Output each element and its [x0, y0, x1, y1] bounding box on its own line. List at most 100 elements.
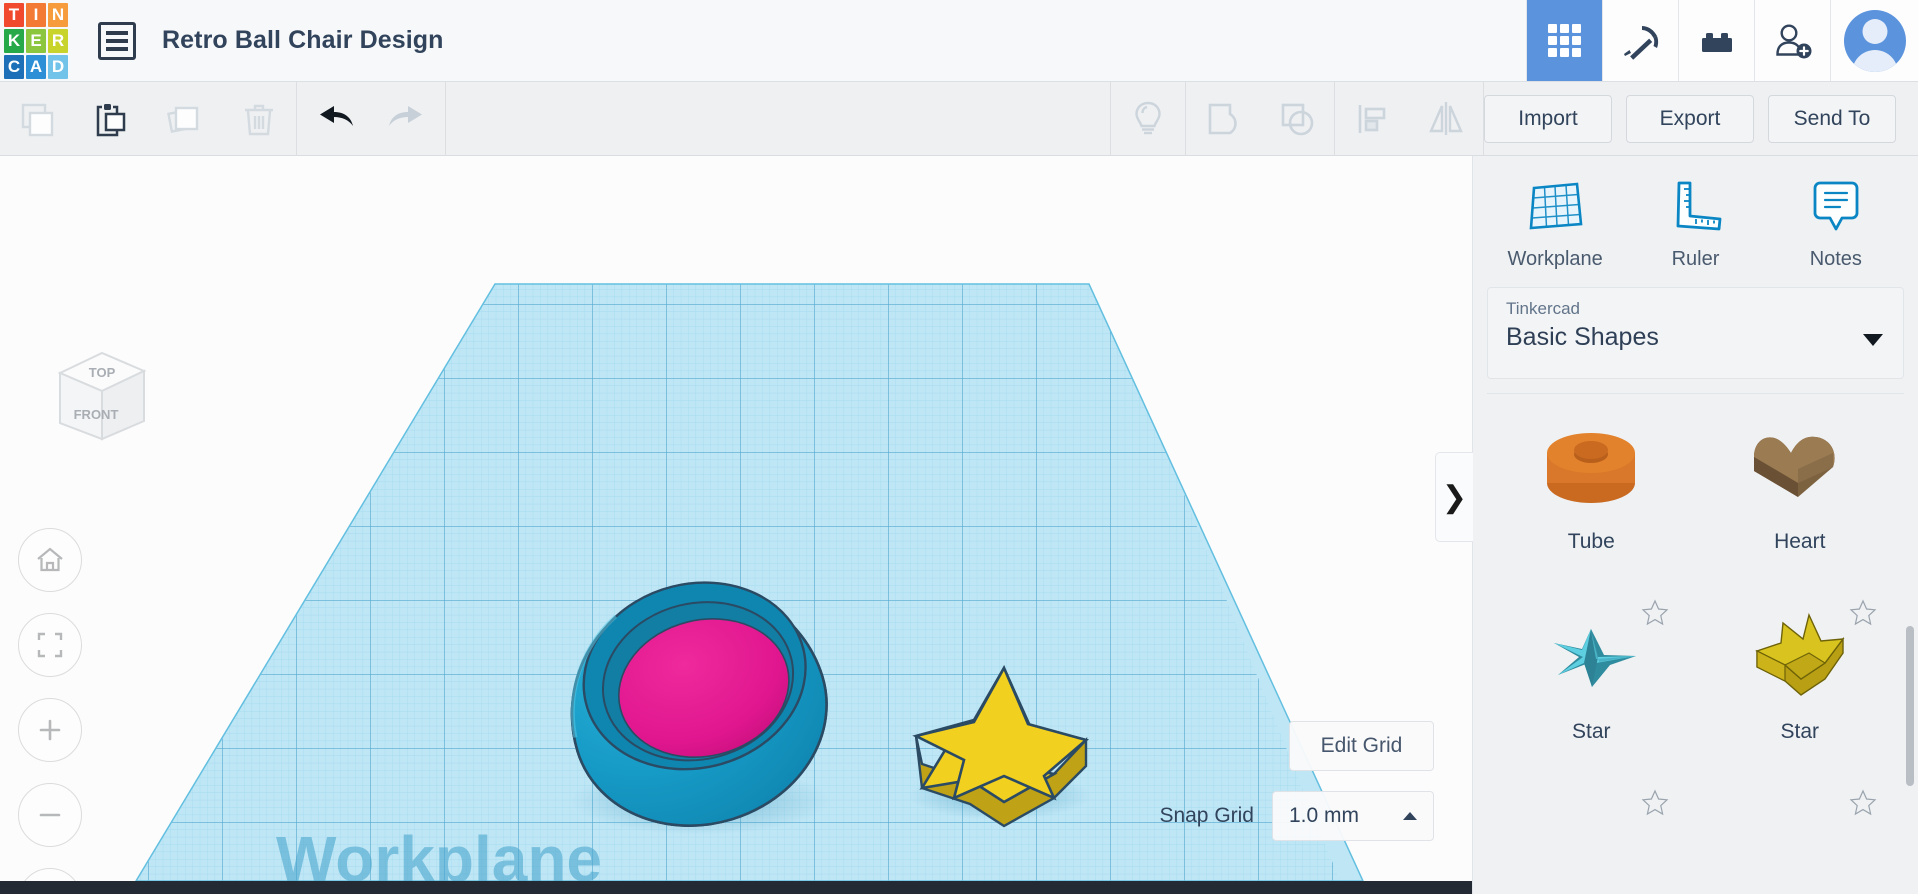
- logo-tile-k: K: [4, 29, 24, 53]
- notes-tool[interactable]: Notes: [1776, 174, 1896, 271]
- favorite-star-icon-2[interactable]: [1848, 598, 1878, 633]
- workplane-icon: [1529, 182, 1583, 230]
- zoom-out-button[interactable]: [18, 783, 82, 847]
- top-bar-spacer: [444, 0, 1526, 81]
- history-tool-group: [297, 82, 445, 156]
- delete-icon[interactable]: [222, 82, 296, 156]
- panel-tool-row: Workplane Ruler Notes: [1473, 156, 1918, 281]
- star-flat-thumbnail: [1754, 612, 1845, 696]
- notes-tool-label: Notes: [1809, 248, 1862, 270]
- toolbar-divider-2: [445, 81, 446, 156]
- shape-tube-label: Tube: [1567, 530, 1615, 553]
- lego-brick-icon[interactable]: [1678, 0, 1754, 81]
- favorite-star-icon[interactable]: [1640, 598, 1670, 633]
- fit-to-view-button[interactable]: [18, 613, 82, 677]
- ruler-icon: [1677, 181, 1722, 231]
- top-bar-icon-group: [1526, 0, 1918, 81]
- page-title: Retro Ball Chair Design: [162, 26, 444, 54]
- logo-tile-r: R: [48, 29, 68, 53]
- grid-apps-icon[interactable]: [1526, 0, 1602, 81]
- shape-heart[interactable]: Heart: [1696, 394, 1905, 584]
- panel-collapse-button[interactable]: ❯: [1435, 452, 1473, 542]
- workplane-watermark: Workplane: [276, 823, 602, 881]
- panel-scrollbar-thumb[interactable]: [1906, 626, 1914, 786]
- user-avatar-image: [1843, 9, 1906, 72]
- library-collection: Basic Shapes: [1506, 323, 1659, 351]
- shape-grid: Tube Heart Star Star: [1473, 394, 1918, 894]
- shape-star-a-label: Star: [1571, 720, 1611, 743]
- snap-grid-control: Snap Grid 1.0 mm: [1159, 791, 1434, 841]
- ungroup-icon[interactable]: [1260, 82, 1334, 156]
- ruler-tool[interactable]: Ruler: [1635, 174, 1755, 271]
- pickaxe-icon[interactable]: [1602, 0, 1678, 81]
- design-canvas[interactable]: Workplane TOP FRONT Edit Grid Snap Grid …: [0, 156, 1472, 881]
- chevron-down-icon: [1863, 334, 1883, 346]
- favorite-star-icon-3[interactable]: [1640, 788, 1670, 823]
- bottom-status-bar: [0, 881, 1472, 894]
- snap-grid-select[interactable]: 1.0 mm: [1272, 791, 1434, 841]
- snap-grid-label: Snap Grid: [1159, 804, 1254, 827]
- list-icon: [98, 21, 136, 60]
- view-cube-front-label: FRONT: [74, 407, 119, 422]
- logo-tile-n: N: [48, 3, 68, 27]
- workplane-tool-label: Workplane: [1507, 248, 1603, 270]
- ortho-toggle-button[interactable]: [18, 868, 82, 881]
- clipboard-tool-group: [0, 82, 296, 156]
- ruler-tool-label: Ruler: [1671, 248, 1720, 270]
- redo-icon[interactable]: [371, 82, 445, 156]
- logo-tile-a: A: [26, 55, 46, 79]
- shape-row-partial-right[interactable]: [1696, 774, 1905, 894]
- minus-icon: [39, 813, 61, 817]
- shape-row-partial-left[interactable]: [1487, 774, 1696, 894]
- top-bar: TINKERCAD Retro Ball Chair Design: [0, 0, 1918, 82]
- view-cube[interactable]: TOP FRONT: [44, 341, 158, 451]
- home-view-button[interactable]: [18, 528, 82, 592]
- shapes-panel: ❯ Workplane Ruler Notes Tinkercad Basic …: [1435, 156, 1918, 894]
- notes-icon: [1813, 181, 1859, 231]
- undo-icon[interactable]: [297, 82, 371, 156]
- add-person-icon[interactable]: [1754, 0, 1830, 81]
- fit-view-icon: [37, 632, 63, 658]
- logo-tile-i: I: [26, 3, 46, 27]
- workplane-scene: Workplane: [135, 283, 1364, 881]
- shape-tube[interactable]: Tube: [1487, 394, 1696, 584]
- logo-tile-d: D: [48, 55, 68, 79]
- tinkercad-app: TINKERCAD Retro Ball Chair Design Import…: [0, 0, 1918, 894]
- object-tool-group: [1111, 81, 1483, 156]
- import-button[interactable]: Import: [1484, 94, 1612, 143]
- shape-heart-label: Heart: [1774, 530, 1826, 553]
- heart-thumbnail: [1753, 436, 1835, 497]
- library-owner: Tinkercad: [1506, 299, 1581, 318]
- zoom-in-button[interactable]: [18, 698, 82, 762]
- align-icon[interactable]: [1335, 82, 1409, 156]
- tinkercad-logo[interactable]: TINKERCAD: [0, 0, 72, 82]
- lightbulb-icon[interactable]: [1111, 82, 1185, 156]
- star-spiky-thumbnail: [1554, 629, 1637, 687]
- avatar[interactable]: [1830, 0, 1918, 81]
- edit-grid-button[interactable]: Edit Grid: [1289, 721, 1434, 771]
- send-to-button[interactable]: Send To: [1768, 94, 1896, 143]
- view-cube-top-label: TOP: [89, 365, 116, 380]
- copy-icon[interactable]: [0, 82, 74, 156]
- shape-library-select[interactable]: Tinkercad Basic Shapes: [1487, 287, 1904, 379]
- shape-star-b-label: Star: [1780, 720, 1819, 743]
- shape-star-b[interactable]: Star: [1696, 584, 1905, 774]
- document-menu-button[interactable]: [72, 0, 136, 81]
- tube-thumbnail: [1547, 433, 1636, 503]
- duplicate-icon[interactable]: [148, 82, 222, 156]
- file-action-group: Import Export Send To: [1484, 94, 1918, 143]
- home-icon: [37, 547, 63, 572]
- group-icon[interactable]: [1186, 82, 1260, 156]
- edit-toolbar: Import Export Send To: [0, 81, 1918, 156]
- favorite-star-icon-4[interactable]: [1848, 788, 1878, 823]
- shape-star-a[interactable]: Star: [1487, 584, 1696, 774]
- plus-icon: [39, 719, 61, 741]
- paste-icon[interactable]: [74, 82, 148, 156]
- chevron-up-icon: [1403, 812, 1417, 820]
- view-navigation-controls: [18, 528, 82, 881]
- logo-tile-t: T: [4, 3, 24, 27]
- export-button[interactable]: Export: [1626, 94, 1754, 143]
- mirror-icon[interactable]: [1409, 82, 1483, 156]
- workplane-tool[interactable]: Workplane: [1495, 174, 1615, 271]
- snap-grid-value: 1.0 mm: [1289, 804, 1360, 827]
